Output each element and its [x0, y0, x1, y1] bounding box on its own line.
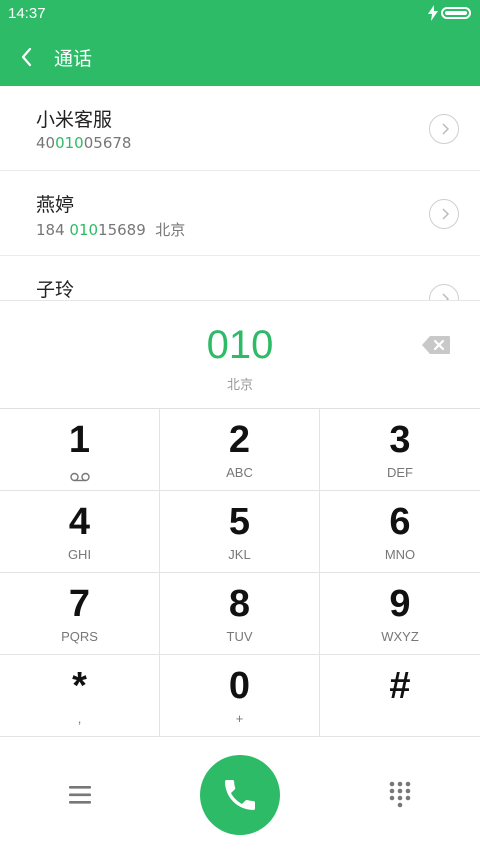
- contact-number: 184 01015689 北京: [36, 219, 185, 240]
- contact-name: 燕婷: [36, 194, 75, 216]
- key-1[interactable]: 1: [0, 409, 160, 491]
- charging-icon: [428, 5, 438, 25]
- key-digit: 1: [68, 419, 91, 461]
- menu-icon[interactable]: [60, 780, 100, 810]
- key-digit: 9: [389, 583, 411, 625]
- dial-keypad: 1 2 ABC 3 DEF 4 GHI 5 JKL 6 MNO 7 PQRS 8…: [0, 408, 480, 739]
- key-star[interactable]: * ,: [0, 655, 160, 737]
- status-time: 14:37: [8, 5, 46, 22]
- contact-location: 北京: [145, 221, 186, 239]
- number-display: 010 北京: [0, 300, 480, 409]
- backspace-icon[interactable]: [421, 335, 451, 355]
- call-button[interactable]: [200, 755, 280, 835]
- key-digit: #: [389, 665, 411, 707]
- key-digit: 5: [228, 501, 251, 543]
- number-prefix: 184: [36, 221, 70, 239]
- key-letters: MNO: [384, 547, 416, 562]
- key-digit: 8: [228, 583, 251, 625]
- key-digit: 0: [228, 665, 251, 707]
- number-prefix: 40: [36, 134, 56, 152]
- number-match: 010: [69, 221, 99, 239]
- keypad-icon[interactable]: [380, 778, 420, 812]
- key-digit: 7: [68, 583, 91, 625]
- key-letters: PQRS: [61, 629, 98, 644]
- contact-results-list[interactable]: 小米客服 4001005678 燕婷 184 01015689 北京 子玲: [0, 86, 480, 300]
- chevron-right-icon[interactable]: [429, 284, 459, 300]
- contact-number: 4001005678: [36, 134, 131, 152]
- chevron-right-icon[interactable]: [429, 199, 459, 229]
- number-match: 010: [55, 134, 84, 152]
- key-hash[interactable]: #: [320, 655, 480, 737]
- chevron-right-icon[interactable]: [429, 114, 459, 144]
- contact-name: 小米客服: [36, 109, 113, 131]
- list-item[interactable]: 子玲: [0, 256, 480, 300]
- key-letters: ABC: [226, 465, 253, 480]
- page-title: 通话: [54, 48, 93, 70]
- key-digit: 4: [68, 501, 91, 543]
- contact-name: 子玲: [36, 279, 75, 300]
- key-digit: 2: [228, 419, 251, 461]
- key-2[interactable]: 2 ABC: [160, 409, 320, 491]
- key-0[interactable]: 0 +: [160, 655, 320, 737]
- key-letters: GHI: [67, 547, 92, 562]
- key-letters: JKL: [228, 547, 251, 562]
- list-item[interactable]: 小米客服 4001005678: [0, 86, 480, 171]
- key-digit: 6: [389, 501, 411, 543]
- number-location: 北京: [226, 378, 253, 393]
- key-letters: DEF: [387, 465, 413, 480]
- number-suffix: 05678: [83, 134, 132, 152]
- dialed-number: 010: [206, 323, 274, 367]
- key-letters: ,: [77, 711, 82, 726]
- dialer-footer: [0, 738, 480, 853]
- voicemail-icon: [70, 467, 90, 486]
- back-arrow-icon[interactable]: [14, 42, 42, 72]
- key-letters: WXYZ: [381, 629, 419, 644]
- key-4[interactable]: 4 GHI: [0, 491, 160, 573]
- key-5[interactable]: 5 JKL: [160, 491, 320, 573]
- number-suffix: 15689: [98, 221, 146, 239]
- key-letters: TUV: [226, 629, 253, 644]
- key-3[interactable]: 3 DEF: [320, 409, 480, 491]
- list-item[interactable]: 燕婷 184 01015689 北京: [0, 171, 480, 256]
- key-7[interactable]: 7 PQRS: [0, 573, 160, 655]
- status-bar: 14:37: [0, 0, 480, 28]
- key-8[interactable]: 8 TUV: [160, 573, 320, 655]
- battery-icon: [441, 7, 471, 19]
- key-letters: +: [235, 711, 244, 726]
- key-digit: *: [72, 665, 87, 707]
- key-6[interactable]: 6 MNO: [320, 491, 480, 573]
- key-digit: 3: [389, 419, 411, 461]
- app-header: 通话: [0, 28, 480, 86]
- battery-fill: [445, 11, 467, 15]
- key-9[interactable]: 9 WXYZ: [320, 573, 480, 655]
